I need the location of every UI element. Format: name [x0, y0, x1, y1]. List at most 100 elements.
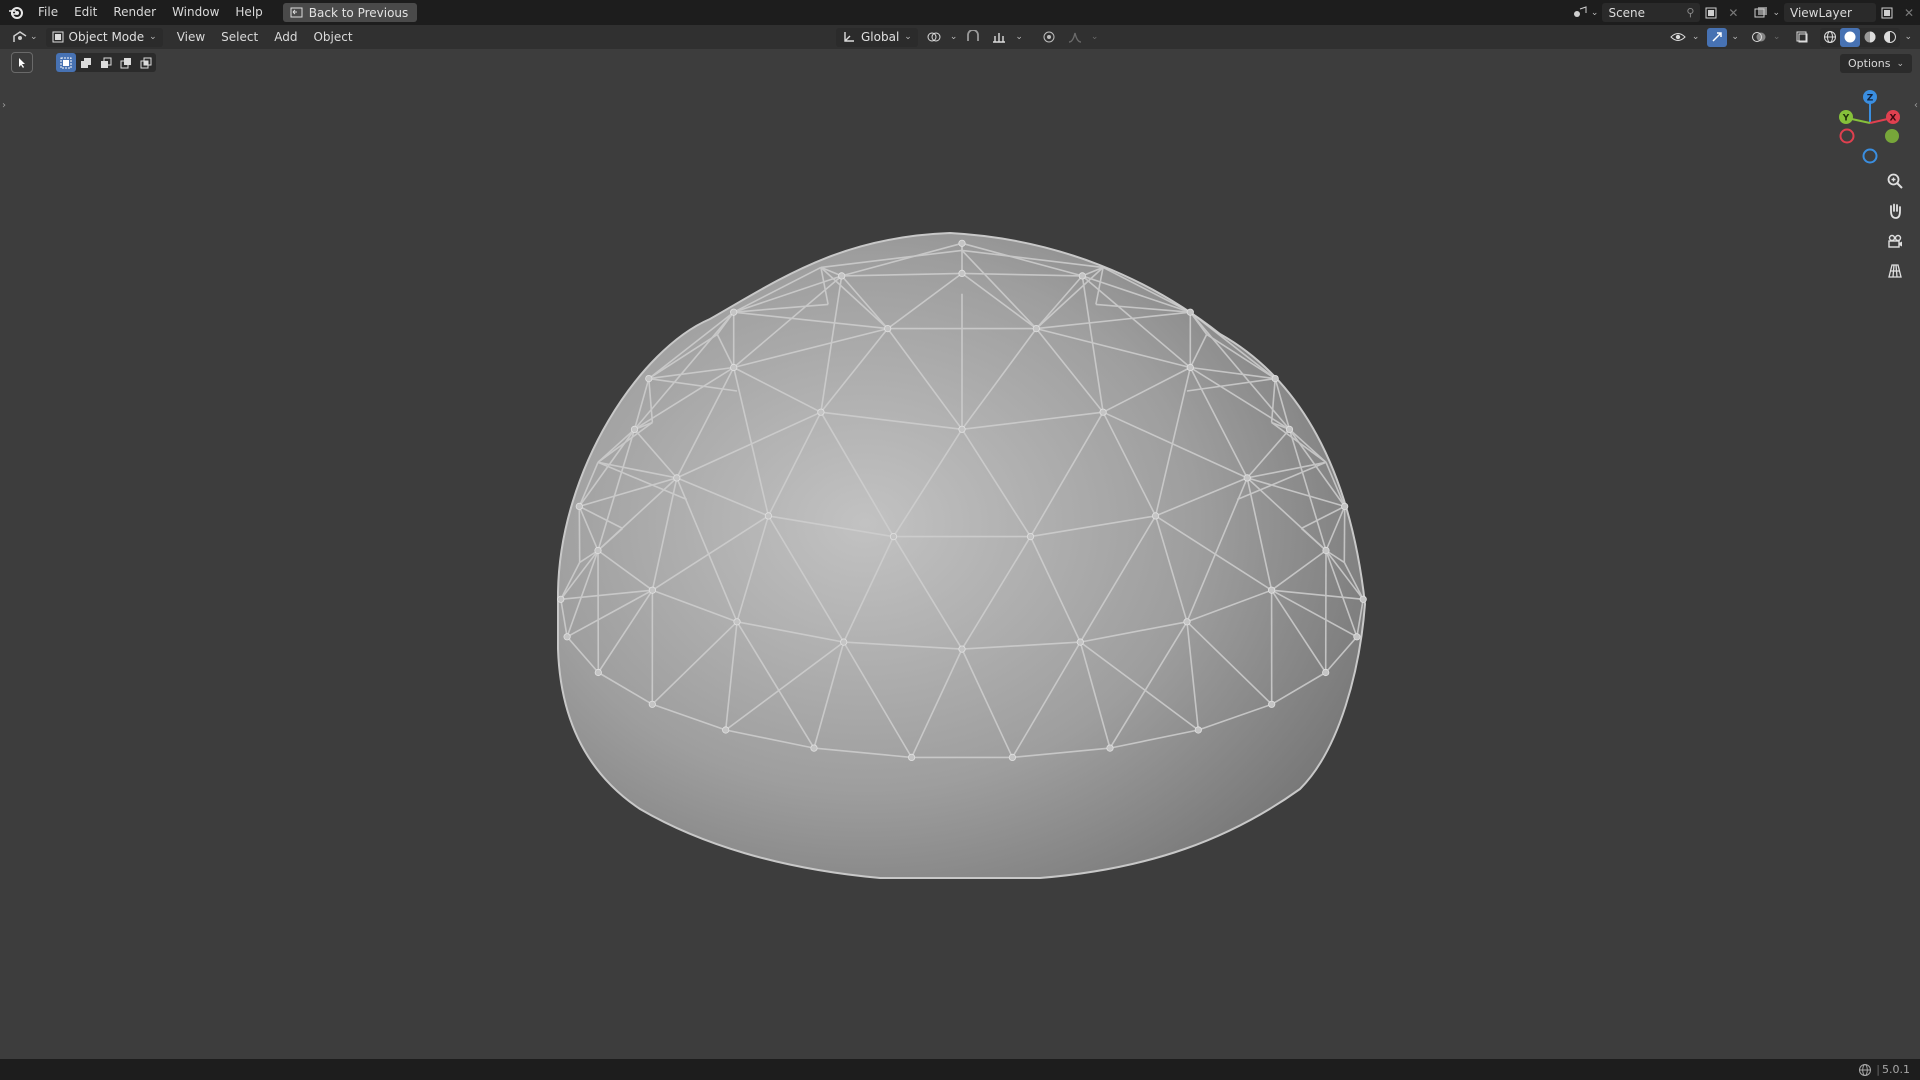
menu-edit[interactable]: Edit — [66, 0, 105, 25]
dome-vertex — [1076, 638, 1084, 646]
delete-scene-icon[interactable]: ✕ — [1722, 3, 1744, 22]
overlays-toggle-icon[interactable] — [1749, 28, 1769, 47]
transform-orientation-dropdown[interactable]: Global ⌄ — [836, 27, 918, 47]
dome-vertex — [889, 532, 898, 541]
editor-type-icon[interactable] — [10, 28, 30, 47]
gizmo-neg-z-axis[interactable] — [1862, 148, 1878, 164]
scene-browse-icon[interactable] — [1569, 3, 1591, 22]
header-menu-add[interactable]: Add — [266, 30, 305, 44]
gizmo-neg-x-axis[interactable] — [1839, 128, 1855, 144]
dome-vertex — [1243, 474, 1251, 482]
dome-vertex — [563, 633, 571, 641]
dome-vertex — [648, 700, 656, 708]
material-shading-icon[interactable] — [1860, 28, 1880, 47]
viewlayer-chevron-icon[interactable]: ⌄ — [1772, 8, 1780, 18]
visibility-eye-icon[interactable] — [1668, 28, 1688, 47]
snap-toggle-icon[interactable] — [963, 28, 983, 47]
header-menu-object[interactable]: Object — [305, 30, 360, 44]
snap-target-icon[interactable] — [989, 28, 1009, 47]
dome-vertex — [1032, 324, 1040, 333]
dome-vertex — [907, 753, 916, 762]
dome-vertex — [1271, 374, 1279, 383]
dome-vertex — [733, 618, 741, 626]
dome-vertex — [1183, 618, 1191, 626]
header-menu-select[interactable]: Select — [213, 30, 266, 44]
gizmo-toggle-icon[interactable] — [1707, 27, 1728, 47]
rendered-shading-icon[interactable] — [1880, 28, 1900, 47]
snap-chevron-icon[interactable]: ⌄ — [1015, 32, 1023, 42]
geodesic-dome-mesh[interactable] — [557, 231, 1367, 879]
navigation-gizmo[interactable]: Z Y X — [1830, 88, 1910, 168]
orientation-axes-icon — [844, 32, 854, 42]
dome-vertex — [1322, 546, 1330, 555]
dome-vertex — [594, 668, 602, 677]
gizmo-neg-y-axis[interactable] — [1885, 129, 1899, 143]
dome-vertex — [730, 363, 738, 372]
dome-vertex — [764, 512, 773, 520]
pivot-chevron-icon[interactable]: ⌄ — [950, 32, 958, 42]
dome-vertex — [817, 408, 825, 416]
solid-shading-icon[interactable] — [1840, 27, 1861, 47]
dome-vertex — [1322, 668, 1330, 677]
viewlayer-browse-icon[interactable] — [1750, 3, 1772, 22]
back-to-previous-button[interactable]: Back to Previous — [282, 3, 418, 22]
mode-dropdown[interactable]: Object Mode ⌄ — [45, 27, 163, 47]
dome-vertex — [1026, 532, 1035, 541]
dome-vertex — [557, 595, 565, 603]
blender-logo-icon[interactable] — [2, 5, 30, 21]
overlays-chevron-icon[interactable]: ⌄ — [1773, 32, 1781, 42]
dome-vertex — [630, 425, 639, 433]
menu-help[interactable]: Help — [227, 0, 270, 25]
status-bar: | 5.0.1 — [0, 1059, 1920, 1080]
status-divider: | — [1876, 1063, 1880, 1076]
scene-name: Scene — [1608, 5, 1646, 20]
dome-vertex — [673, 474, 681, 482]
falloff-chevron-icon[interactable]: ⌄ — [1091, 32, 1099, 42]
dome-vertex — [1353, 633, 1361, 641]
camera-view-icon[interactable] — [1880, 228, 1910, 254]
perspective-grid-icon[interactable] — [1880, 258, 1910, 284]
dome-vertex — [1186, 308, 1194, 316]
pan-hand-icon[interactable] — [1880, 198, 1910, 224]
blender-version: 5.0.1 — [1882, 1063, 1910, 1076]
menu-window[interactable]: Window — [164, 0, 227, 25]
new-viewlayer-icon[interactable] — [1876, 3, 1898, 22]
wireframe-shading-icon[interactable] — [1820, 28, 1840, 47]
viewlayer-name-field[interactable]: ViewLayer — [1784, 3, 1876, 22]
gizmo-y-label: Y — [1842, 114, 1850, 124]
pivot-point-icon[interactable] — [924, 28, 944, 47]
proportional-editing-icon[interactable] — [1039, 28, 1059, 47]
top-menu-bar: File Edit Render Window Help Back to Pre… — [0, 0, 1920, 25]
workspace-selectors: ⌄ Scene ⚲ ✕ ⌄ ViewLayer ✕ — [1569, 0, 1920, 25]
xray-toggle-icon[interactable] — [1792, 28, 1812, 47]
dome-vertex — [645, 374, 653, 383]
dome-vertex — [1268, 586, 1276, 594]
delete-viewlayer-icon[interactable]: ✕ — [1898, 3, 1920, 22]
orientation-chevron-icon: ⌄ — [904, 32, 912, 42]
editor-type-chevron-icon[interactable]: ⌄ — [30, 32, 38, 42]
shading-chevron-icon[interactable]: ⌄ — [1904, 32, 1912, 42]
dome-vertex — [838, 272, 846, 280]
dome-vertex — [1008, 753, 1017, 762]
gizmo-x-label: X — [1890, 114, 1897, 124]
menu-render[interactable]: Render — [105, 0, 164, 25]
gizmo-chevron-icon[interactable]: ⌄ — [1731, 32, 1739, 42]
3d-viewport[interactable] — [0, 49, 1920, 1059]
pin-icon[interactable]: ⚲ — [1686, 6, 1694, 19]
dome-vertex — [958, 239, 966, 247]
header-menu-view[interactable]: View — [169, 30, 213, 44]
gizmo-z-label: Z — [1867, 94, 1874, 104]
dome-vertex — [884, 324, 892, 333]
menu-file[interactable]: File — [30, 0, 66, 25]
object-mode-icon — [52, 31, 64, 43]
falloff-curve-icon[interactable] — [1065, 28, 1085, 47]
new-scene-icon[interactable] — [1700, 3, 1722, 22]
zoom-magnifier-icon[interactable] — [1880, 168, 1910, 194]
dome-vertex — [1285, 425, 1294, 433]
visibility-chevron-icon[interactable]: ⌄ — [1692, 32, 1700, 42]
viewport-display-tools: ⌄ ⌄ ⌄ ⌄ — [1668, 25, 1912, 49]
scene-chevron-icon[interactable]: ⌄ — [1591, 8, 1599, 18]
scene-name-field[interactable]: Scene ⚲ — [1602, 3, 1701, 22]
dome-vertex — [594, 546, 602, 555]
dome-vertex — [1359, 595, 1367, 603]
